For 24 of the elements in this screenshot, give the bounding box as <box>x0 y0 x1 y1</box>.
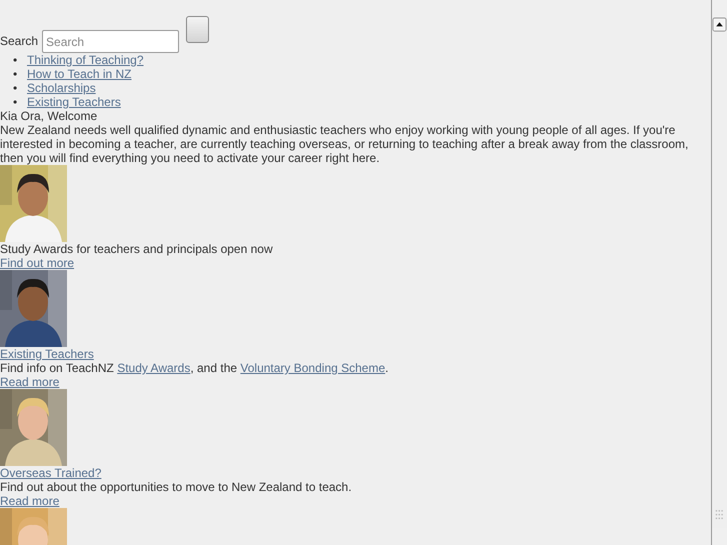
scrollbar[interactable] <box>711 0 727 545</box>
nav-link[interactable]: How to Teach in NZ <box>27 67 132 81</box>
bullet: • <box>13 95 18 109</box>
welcome-heading: Kia Ora, Welcome <box>0 109 98 123</box>
search-field[interactable]: Search <box>42 30 180 53</box>
text-link[interactable]: Study Awards <box>117 361 190 375</box>
nav-link[interactable]: Existing Teachers <box>27 95 121 109</box>
search-label: Search <box>0 34 38 48</box>
bullet: • <box>13 67 18 81</box>
feature-text: Find out about the opportunities to move to New Zealand to teach. <box>0 480 353 494</box>
welcome-text: New Zealand needs well qualified dynamic and enthusiastic teachers who enjoy working with young people of all ages. If you're interested in becoming a teacher, are currently teaching overseas, or returning to teaching after a break away from the classroom, then you will find everything you need to activate your career right here. <box>0 123 690 165</box>
feature-text: Find info on TeachNZ Study Awards, and the Voluntary Bonding Scheme. <box>0 361 390 375</box>
read-more-link[interactable]: Overseas Trained? <box>0 466 102 480</box>
text-link[interactable]: Voluntary Bonding Scheme <box>240 361 386 375</box>
read-more-link[interactable]: Read more <box>0 375 60 389</box>
nav-link[interactable]: Scholarships <box>27 81 96 95</box>
search-button[interactable] <box>186 16 210 43</box>
bullet: • <box>13 53 18 67</box>
read-more-link[interactable]: Find out more <box>0 256 74 270</box>
bullet: • <box>13 81 18 95</box>
read-more-link[interactable]: Read more <box>0 494 60 508</box>
read-more-link[interactable]: Existing Teachers <box>0 347 94 361</box>
nav-link[interactable]: Thinking of Teaching? <box>27 53 144 67</box>
feature-text: Study Awards for teachers and principals open now <box>0 242 274 256</box>
